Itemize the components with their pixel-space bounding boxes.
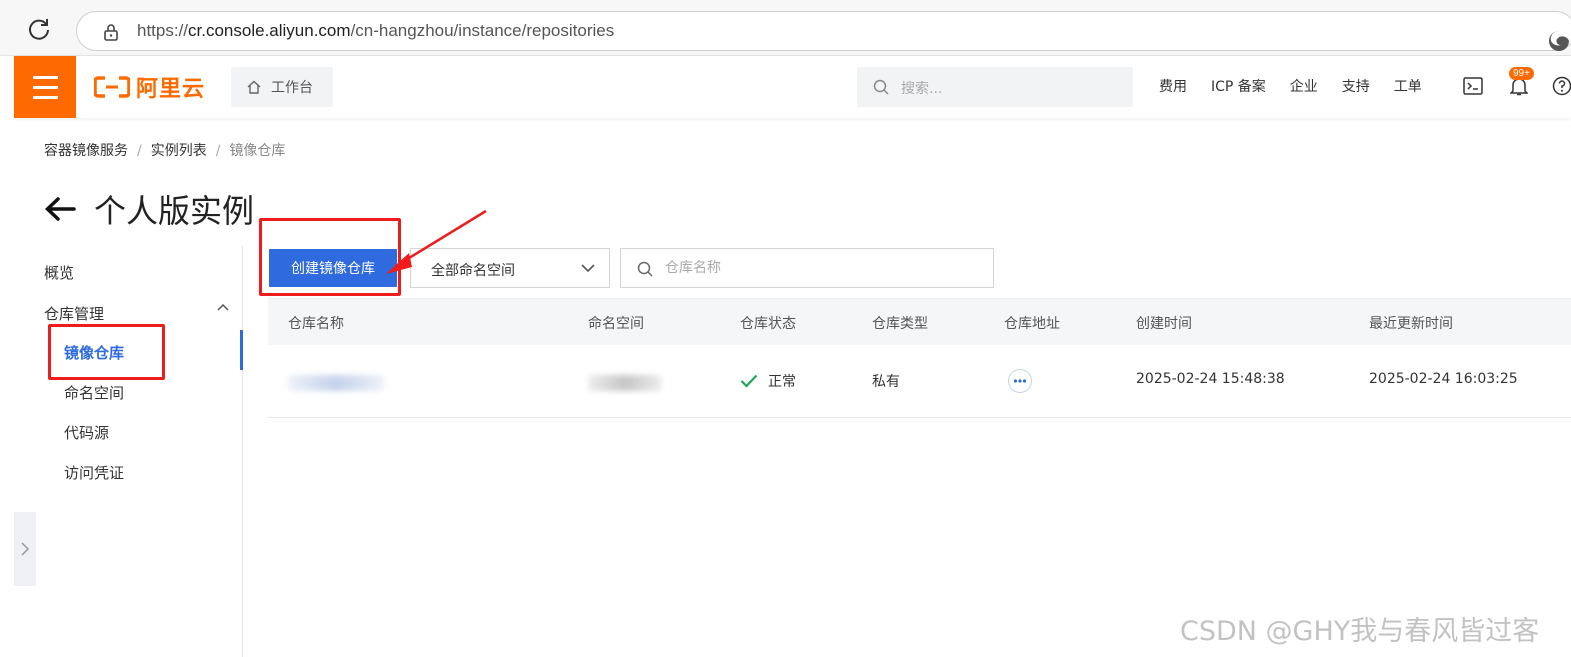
sidebar-collapse-toggle[interactable] <box>14 512 36 586</box>
logo-text: 阿里云 <box>136 77 206 102</box>
namespace-cell <box>588 375 662 391</box>
breadcrumb-separator: / <box>215 143 221 159</box>
hamburger-line <box>33 86 58 89</box>
table-row: 正常 私有 2025-02-24 15:48:38 2025-02-24 16:… <box>268 345 1571 418</box>
sidebar-group-repo-management[interactable]: 仓库管理 <box>44 303 104 324</box>
nav-link-support[interactable]: 支持 <box>1342 76 1370 96</box>
nav-link-ticket[interactable]: 工单 <box>1394 76 1422 96</box>
breadcrumb: 容器镜像服务 / 实例列表 / 镜像仓库 <box>44 140 285 160</box>
search-icon <box>873 79 889 95</box>
browser-profile-icon[interactable] <box>1547 29 1571 53</box>
repo-name-search[interactable] <box>620 248 994 288</box>
sidebar-item-access-credentials[interactable]: 访问凭证 <box>64 462 124 483</box>
sidebar-active-indicator <box>240 330 243 370</box>
repo-name-search-input[interactable] <box>665 257 965 279</box>
nav-link-icp[interactable]: ICP 备案 <box>1211 76 1266 96</box>
browser-toolbar: https://cr.console.aliyun.com/cn-hangzho… <box>0 0 1571 56</box>
updated-time-cell: 2025-02-24 16:03:25 <box>1369 371 1518 387</box>
annotation-box-sidebar-item <box>48 324 165 380</box>
status-cell: 正常 <box>740 371 796 391</box>
hamburger-line <box>33 76 58 79</box>
column-header-updated: 最近更新时间 <box>1369 316 1453 332</box>
url-path: /cn-hangzhou/instance/repositories <box>350 21 615 40</box>
table-header: 仓库名称 命名空间 仓库状态 仓库类型 仓库地址 创建时间 最近更新时间 <box>268 298 1571 345</box>
page-header: 个人版实例 <box>44 186 254 232</box>
home-icon <box>247 80 261 94</box>
created-time-cell: 2025-02-24 15:48:38 <box>1136 371 1285 387</box>
nav-link-billing[interactable]: 费用 <box>1159 76 1187 96</box>
column-header-repo-name: 仓库名称 <box>288 316 344 332</box>
sidebar-item-namespaces[interactable]: 命名空间 <box>64 382 124 403</box>
breadcrumb-item[interactable]: 实例列表 <box>151 143 207 159</box>
notification-badge: 99+ <box>1509 67 1534 80</box>
status-text: 正常 <box>768 374 796 390</box>
help-icon[interactable] <box>1552 76 1571 96</box>
repo-name-link[interactable] <box>288 375 384 391</box>
column-header-created: 创建时间 <box>1136 316 1192 332</box>
breadcrumb-item[interactable]: 容器镜像服务 <box>44 143 128 159</box>
breadcrumb-current: 镜像仓库 <box>229 143 286 159</box>
console-app: 阿里云 工作台 搜索... 费用 ICP 备案 企业 支持 工单 99+ 容器镜… <box>14 56 1571 657</box>
more-dots-icon <box>1013 379 1027 383</box>
top-nav-links: 费用 ICP 备案 企业 支持 工单 <box>1159 76 1446 96</box>
address-bar[interactable]: https://cr.console.aliyun.com/cn-hangzho… <box>76 11 1571 51</box>
hamburger-line <box>33 96 58 99</box>
breadcrumb-separator: / <box>137 143 142 159</box>
search-icon <box>637 261 653 277</box>
workbench-button[interactable]: 工作台 <box>231 67 333 107</box>
column-header-type: 仓库类型 <box>872 316 928 332</box>
terminal-icon[interactable] <box>1463 77 1483 95</box>
url-scheme: https:// <box>137 21 189 40</box>
aliyun-logo[interactable]: 阿里云 <box>94 73 206 102</box>
top-navigation: 阿里云 工作台 搜索... 费用 ICP 备案 企业 支持 工单 99+ <box>14 56 1571 118</box>
column-header-namespace: 命名空间 <box>588 316 644 332</box>
url-host: cr.console.aliyun.com <box>188 21 351 40</box>
sidebar-item-overview[interactable]: 概览 <box>44 262 74 283</box>
workbench-label: 工作台 <box>271 80 313 96</box>
sidebar-item-code-sources[interactable]: 代码源 <box>64 422 109 443</box>
column-header-address: 仓库地址 <box>1004 316 1060 332</box>
global-search-input[interactable]: 搜索... <box>857 67 1133 107</box>
repositories-table: 仓库名称 命名空间 仓库状态 仓库类型 仓库地址 创建时间 最近更新时间 正常 … <box>268 298 1571 418</box>
sidebar: 概览 仓库管理 镜像仓库 命名空间 代码源 访问凭证 <box>14 246 243 657</box>
back-arrow-icon[interactable] <box>44 196 76 222</box>
chevron-down-icon <box>581 264 595 273</box>
chevron-right-icon <box>21 542 30 556</box>
reload-icon[interactable] <box>26 16 52 42</box>
repo-address-more-button[interactable] <box>1008 369 1032 393</box>
annotation-arrow-icon <box>386 209 487 274</box>
hamburger-menu-button[interactable] <box>14 56 76 118</box>
aliyun-logo-mark-icon <box>94 76 130 98</box>
check-icon <box>740 374 758 388</box>
global-search-placeholder: 搜索... <box>901 81 943 97</box>
column-header-status: 仓库状态 <box>740 316 796 332</box>
lock-icon <box>104 24 118 41</box>
url-text: https://cr.console.aliyun.com/cn-hangzho… <box>137 21 614 41</box>
nav-link-enterprise[interactable]: 企业 <box>1290 76 1318 96</box>
type-cell: 私有 <box>872 374 900 390</box>
chevron-up-icon[interactable] <box>216 302 230 312</box>
watermark: CSDN @GHY我与春风皆过客 <box>1180 616 1540 647</box>
page-title: 个人版实例 <box>94 192 255 230</box>
